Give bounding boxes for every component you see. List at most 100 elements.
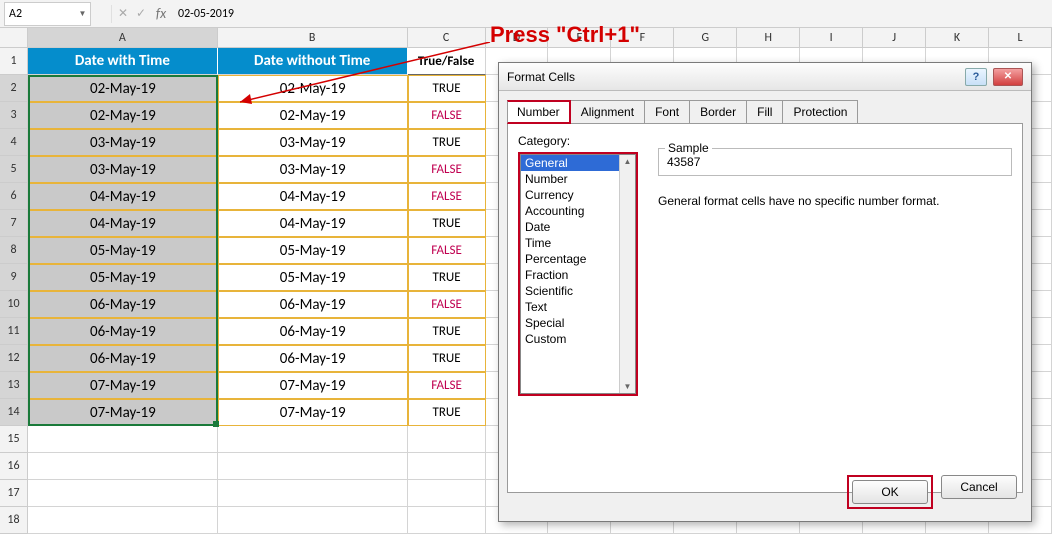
cell-date-without-time[interactable]: 07-May-19: [218, 399, 408, 426]
cell-date-with-time[interactable]: 03-May-19: [28, 129, 218, 156]
cell[interactable]: [218, 426, 408, 453]
category-item[interactable]: Accounting: [521, 203, 635, 219]
row-header[interactable]: 10: [0, 291, 28, 318]
cell[interactable]: [28, 453, 218, 480]
cell-date-with-time[interactable]: 02-May-19: [28, 102, 218, 129]
cell-true-false[interactable]: TRUE: [408, 75, 486, 102]
scroll-down-icon[interactable]: ▼: [624, 380, 632, 393]
col-header-B[interactable]: B: [218, 28, 408, 47]
dialog-titlebar[interactable]: Format Cells ? ✕: [499, 63, 1031, 91]
category-item[interactable]: Fraction: [521, 267, 635, 283]
fx-icon[interactable]: fx: [150, 3, 172, 25]
category-item[interactable]: Percentage: [521, 251, 635, 267]
cell[interactable]: [408, 507, 486, 534]
cell-date-with-time[interactable]: 04-May-19: [28, 210, 218, 237]
cell-true-false[interactable]: FALSE: [408, 372, 486, 399]
col-header-J[interactable]: J: [863, 28, 926, 47]
scroll-up-icon[interactable]: ▲: [624, 155, 632, 168]
category-item[interactable]: Date: [521, 219, 635, 235]
row-header[interactable]: 4: [0, 129, 28, 156]
cell-true-false[interactable]: TRUE: [408, 399, 486, 426]
row-header[interactable]: 14: [0, 399, 28, 426]
cell[interactable]: [408, 453, 486, 480]
cell-date-without-time[interactable]: 06-May-19: [218, 345, 408, 372]
row-header[interactable]: 18: [0, 507, 28, 534]
cancel-button[interactable]: Cancel: [941, 475, 1017, 499]
row-header[interactable]: 12: [0, 345, 28, 372]
scrollbar[interactable]: ▲▼: [619, 155, 635, 393]
row-header[interactable]: 11: [0, 318, 28, 345]
help-icon[interactable]: ?: [965, 68, 987, 86]
cell-date-without-time[interactable]: 04-May-19: [218, 183, 408, 210]
tab-protection[interactable]: Protection: [783, 100, 858, 124]
cell[interactable]: [218, 480, 408, 507]
col-header-A[interactable]: A: [28, 28, 218, 47]
col-header-C[interactable]: C: [408, 28, 486, 47]
tab-alignment[interactable]: Alignment: [571, 100, 645, 124]
select-all-corner[interactable]: [0, 28, 28, 47]
cell-date-with-time[interactable]: 06-May-19: [28, 318, 218, 345]
cell-date-without-time[interactable]: 04-May-19: [218, 210, 408, 237]
cell-date-with-time[interactable]: 03-May-19: [28, 156, 218, 183]
row-header[interactable]: 8: [0, 237, 28, 264]
cell-true-false[interactable]: TRUE: [408, 210, 486, 237]
tab-font[interactable]: Font: [645, 100, 690, 124]
col-header-I[interactable]: I: [800, 28, 863, 47]
row-header[interactable]: 9: [0, 264, 28, 291]
category-item[interactable]: Number: [521, 171, 635, 187]
cell-true-false[interactable]: TRUE: [408, 129, 486, 156]
category-item[interactable]: Currency: [521, 187, 635, 203]
row-header[interactable]: 2: [0, 75, 28, 102]
col-header-H[interactable]: H: [737, 28, 800, 47]
cell-date-with-time[interactable]: 07-May-19: [28, 372, 218, 399]
tab-border[interactable]: Border: [690, 100, 747, 124]
row-header[interactable]: 17: [0, 480, 28, 507]
cell[interactable]: [28, 426, 218, 453]
category-item[interactable]: Special: [521, 315, 635, 331]
cell[interactable]: [28, 480, 218, 507]
cell-date-with-time[interactable]: 05-May-19: [28, 264, 218, 291]
cell-date-with-time[interactable]: 07-May-19: [28, 399, 218, 426]
ok-button[interactable]: OK: [852, 480, 928, 504]
header-date-without-time[interactable]: Date without Time: [218, 48, 408, 75]
category-item[interactable]: Scientific: [521, 283, 635, 299]
col-header-L[interactable]: L: [989, 28, 1052, 47]
cell-date-without-time[interactable]: 06-May-19: [218, 318, 408, 345]
header-true-false[interactable]: True/False: [408, 48, 486, 75]
cell[interactable]: [218, 507, 408, 534]
close-icon[interactable]: ✕: [993, 68, 1023, 86]
cell-true-false[interactable]: TRUE: [408, 318, 486, 345]
tab-fill[interactable]: Fill: [747, 100, 783, 124]
cell-true-false[interactable]: TRUE: [408, 264, 486, 291]
row-header[interactable]: 1: [0, 48, 28, 75]
category-list[interactable]: GeneralNumberCurrencyAccountingDateTimeP…: [520, 154, 636, 394]
cell[interactable]: [28, 507, 218, 534]
cell-date-without-time[interactable]: 03-May-19: [218, 129, 408, 156]
tab-number[interactable]: Number: [507, 100, 571, 124]
category-item[interactable]: Time: [521, 235, 635, 251]
cell-date-without-time[interactable]: 02-May-19: [218, 75, 408, 102]
cell[interactable]: [218, 453, 408, 480]
accept-formula-icon[interactable]: ✓: [132, 3, 150, 25]
cell-true-false[interactable]: TRUE: [408, 345, 486, 372]
row-header[interactable]: 3: [0, 102, 28, 129]
cell-date-with-time[interactable]: 06-May-19: [28, 345, 218, 372]
cell[interactable]: [408, 426, 486, 453]
cell-date-with-time[interactable]: 04-May-19: [28, 183, 218, 210]
cancel-formula-icon[interactable]: ✕: [114, 3, 132, 25]
cell-date-with-time[interactable]: 02-May-19: [28, 75, 218, 102]
cell[interactable]: [408, 480, 486, 507]
row-header[interactable]: 7: [0, 210, 28, 237]
name-box[interactable]: A2: [5, 3, 75, 25]
cell-true-false[interactable]: FALSE: [408, 237, 486, 264]
col-header-K[interactable]: K: [926, 28, 989, 47]
cell-date-without-time[interactable]: 05-May-19: [218, 237, 408, 264]
cell-date-with-time[interactable]: 06-May-19: [28, 291, 218, 318]
category-item[interactable]: Custom: [521, 331, 635, 347]
row-header[interactable]: 13: [0, 372, 28, 399]
category-item[interactable]: General: [521, 155, 635, 171]
cell-true-false[interactable]: FALSE: [408, 102, 486, 129]
row-header[interactable]: 16: [0, 453, 28, 480]
cell-date-without-time[interactable]: 06-May-19: [218, 291, 408, 318]
category-item[interactable]: Text: [521, 299, 635, 315]
